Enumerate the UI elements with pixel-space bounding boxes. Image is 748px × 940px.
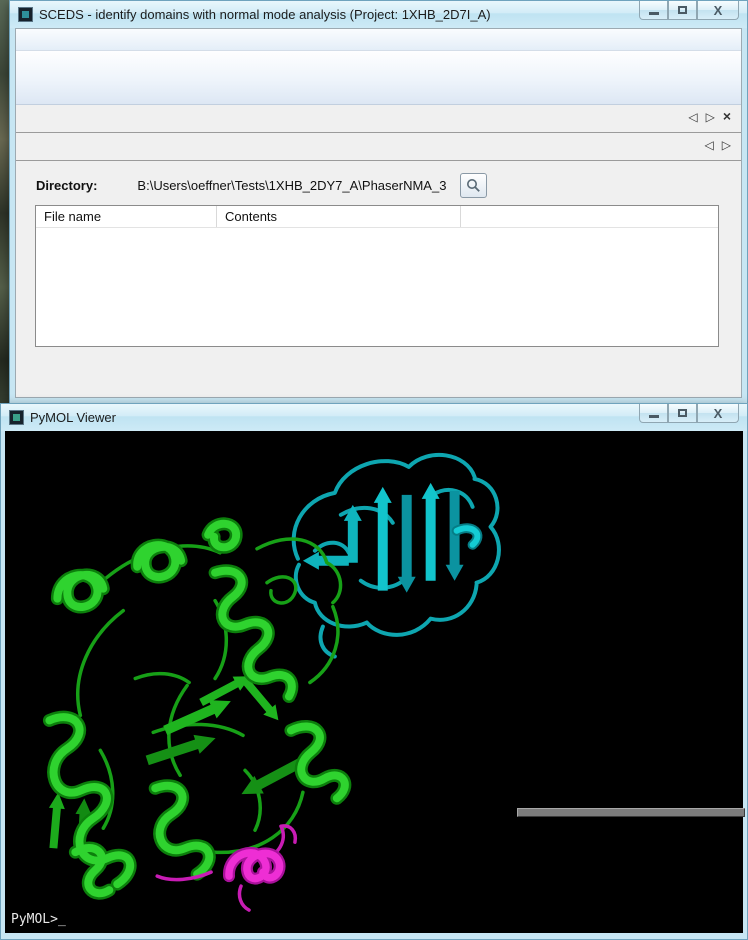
tab-row: ◁ ▷ ×: [16, 105, 741, 133]
directory-label: Directory:: [36, 178, 97, 193]
tab-close-icon[interactable]: ×: [723, 109, 731, 123]
sceds-window: SCEDS - identify domains with normal mod…: [9, 0, 748, 404]
pymol-maximize-button[interactable]: [668, 404, 697, 423]
file-table-header: File name Contents: [36, 206, 718, 228]
subtab-row: ◁ ▷: [16, 133, 741, 161]
browse-directory-button[interactable]: [460, 173, 487, 198]
menubar: [16, 29, 741, 51]
close-icon: X: [714, 407, 723, 420]
pymol-minimize-button[interactable]: [639, 404, 668, 423]
sceds-app-icon: [18, 7, 33, 22]
column-header-file-name[interactable]: File name: [36, 206, 217, 227]
sceds-close-button[interactable]: X: [697, 1, 739, 20]
subtab-scroll-left-icon[interactable]: ◁: [705, 139, 714, 151]
molecule-viewport[interactable]: [5, 431, 511, 933]
column-header-empty: [461, 206, 718, 227]
toolbar: [16, 51, 741, 105]
file-table: File name Contents: [35, 205, 719, 347]
subtab-scroll-right-icon[interactable]: ▷: [722, 139, 731, 151]
tab-scroll-right-icon[interactable]: ▷: [706, 111, 715, 123]
pymol-command-prompt[interactable]: PyMOL>_: [11, 912, 66, 927]
pymol-app-icon: [9, 410, 24, 425]
close-icon: X: [714, 4, 723, 17]
object-panel-scrollbar[interactable]: [517, 808, 745, 817]
maximize-icon: [678, 6, 687, 14]
sceds-body: ◁ ▷ × ◁ ▷ Directory: B:\Users\oeffner\Te…: [15, 28, 742, 398]
sceds-titlebar[interactable]: SCEDS - identify domains with normal mod…: [10, 1, 747, 28]
tab-scroll-left-icon[interactable]: ◁: [688, 111, 697, 123]
pymol-titlebar[interactable]: PyMOL Viewer X: [1, 404, 747, 431]
pymol-window-title: PyMOL Viewer: [30, 410, 116, 425]
screen: SCEDS - identify domains with normal mod…: [0, 0, 748, 940]
minimize-icon: [649, 12, 659, 15]
pymol-body: PyMOL>_: [5, 431, 743, 933]
sceds-window-title: SCEDS - identify domains with normal mod…: [39, 7, 491, 22]
sceds-minimize-button[interactable]: [639, 1, 668, 20]
results-panel: Directory: B:\Users\oeffner\Tests\1XHB_2…: [16, 161, 741, 398]
pymol-close-button[interactable]: X: [697, 404, 739, 423]
directory-value: B:\Users\oeffner\Tests\1XHB_2DY7_A\Phase…: [137, 178, 446, 193]
pymol-window: PyMOL Viewer X: [0, 403, 748, 940]
maximize-icon: [678, 409, 687, 417]
column-header-contents[interactable]: Contents: [217, 206, 461, 227]
minimize-icon: [649, 415, 659, 418]
sceds-maximize-button[interactable]: [668, 1, 697, 20]
magnifier-icon: [466, 178, 481, 193]
